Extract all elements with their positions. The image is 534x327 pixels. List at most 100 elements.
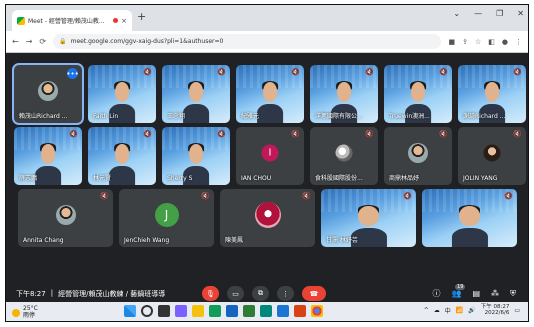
clock-date: 2022/6/6 bbox=[484, 310, 510, 317]
participant-tile[interactable]: 🔇 紀雅元 bbox=[236, 65, 304, 123]
participant-tile[interactable]: 🔇 食科股國際股份... bbox=[310, 127, 378, 185]
mic-muted-icon: 🔇 bbox=[201, 192, 210, 200]
tab-meet[interactable]: Meet - 經營管理/賴茂山教... × bbox=[12, 10, 132, 31]
back-arrow-icon[interactable]: ← bbox=[12, 37, 19, 46]
mic-muted-icon: 🔇 bbox=[513, 130, 522, 138]
participant-tile[interactable]: 🔇 林元賢 bbox=[88, 127, 156, 185]
participant-name: Truewin澳洲... bbox=[389, 113, 430, 120]
start-icon[interactable] bbox=[124, 305, 136, 317]
url-field[interactable]: 🔒 meet.google.com/ggv-xaig-dus?pli=1&aut… bbox=[53, 34, 442, 49]
toolbar-icons: ■ ⇪ ☆ ◧ ● ⋮ bbox=[448, 38, 522, 46]
excel-icon[interactable] bbox=[243, 305, 255, 317]
participant-name: 商鼎林品妤 bbox=[389, 175, 420, 182]
participant-avatar bbox=[55, 205, 76, 226]
participant-count: 19 bbox=[455, 284, 466, 290]
forward-arrow-icon[interactable]: → bbox=[26, 37, 33, 46]
profile-avatar-icon[interactable]: ● bbox=[502, 38, 508, 46]
participant-video bbox=[35, 142, 61, 185]
file-explorer-icon[interactable] bbox=[192, 305, 204, 317]
people-button[interactable]: 👥 19 bbox=[451, 284, 466, 298]
camera-icon: ▭ bbox=[232, 289, 239, 298]
maximize-button[interactable]: ❐ bbox=[496, 9, 503, 18]
mic-off-button[interactable]: 🎙 bbox=[202, 286, 219, 301]
meeting-info-icon[interactable]: ⓘ bbox=[432, 288, 440, 299]
participant-tile[interactable]: 🔇 Truewin澳洲... bbox=[384, 65, 452, 123]
edge-icon[interactable] bbox=[209, 305, 221, 317]
task-view-icon[interactable] bbox=[158, 305, 170, 317]
word-icon[interactable] bbox=[277, 305, 289, 317]
sidebar-icon[interactable]: ◧ bbox=[488, 38, 495, 46]
participant-name: 林元賢 bbox=[93, 175, 112, 182]
participant-tile[interactable]: 🔇 Annita Chang bbox=[18, 189, 113, 247]
chrome-icon[interactable] bbox=[311, 305, 323, 317]
minimize-button[interactable]: — bbox=[474, 9, 482, 18]
camera-button[interactable]: ▭ bbox=[227, 286, 244, 301]
reload-icon[interactable]: ⟳ bbox=[39, 37, 46, 46]
participant-name: 陳美鳳 bbox=[225, 237, 244, 244]
participant-tile[interactable]: 🔇 Faith Lin bbox=[88, 65, 156, 123]
volume-icon[interactable]: 🔊 bbox=[468, 307, 475, 314]
chevron-up-icon[interactable]: ^ bbox=[424, 307, 429, 314]
search-icon[interactable] bbox=[141, 305, 153, 317]
mic-muted-icon: 🔇 bbox=[100, 192, 109, 200]
chat-app-icon[interactable] bbox=[175, 305, 187, 317]
weather-widget[interactable]: 25°C 雨停 bbox=[12, 305, 38, 319]
present-button[interactable]: ⧉ bbox=[252, 286, 269, 301]
participant-tile[interactable]: 🔇 甘霈 林妤芸 bbox=[321, 189, 416, 247]
store-icon[interactable] bbox=[226, 305, 238, 317]
participant-name: IAN CHOU bbox=[241, 175, 272, 182]
wifi-icon[interactable]: 📶 bbox=[456, 307, 463, 314]
participant-tile[interactable]: 🔇 Sherry S bbox=[162, 127, 230, 185]
participant-name: Sherry S bbox=[167, 175, 193, 182]
weather-icon bbox=[12, 308, 20, 317]
mic-muted-icon: 🔇 bbox=[291, 130, 300, 138]
meeting-time: 下午8:27 bbox=[16, 289, 46, 298]
participant-name: 賴茂山Richard ... bbox=[19, 113, 68, 120]
meeting-grid: ••• 賴茂山Richard ... 🔇 Faith Lin 🔇 王念翔 🔇 紀雅元 🔇 洋蔥國際… bbox=[6, 53, 528, 285]
ime-indicator[interactable]: 中 bbox=[445, 306, 451, 315]
window-controls: ⌄ — ❐ ✕ bbox=[453, 9, 524, 18]
new-tab-button[interactable]: + bbox=[137, 10, 146, 23]
participant-name: 洋蔥國際有限公... bbox=[315, 113, 363, 120]
participant-tile[interactable]: 🔇 謝琦Richard ... bbox=[458, 65, 526, 123]
participant-tile[interactable]: 🔇 薛志鵬 bbox=[14, 127, 82, 185]
more-options-button[interactable]: ⋮ bbox=[277, 286, 294, 301]
address-bar: ← → ⟳ 🔒 meet.google.com/ggv-xaig-dus?pli… bbox=[6, 31, 528, 53]
participant-tile[interactable]: 🔇 洋蔥國際有限公... bbox=[310, 65, 378, 123]
powerpoint-icon[interactable] bbox=[294, 305, 306, 317]
close-window-button[interactable]: ✕ bbox=[517, 9, 524, 18]
participant-tile[interactable]: 🔇 JOLIN YANG bbox=[458, 127, 526, 185]
chat-icon[interactable]: ▤ bbox=[472, 289, 480, 298]
tab-search-button[interactable]: ⌄ bbox=[453, 9, 460, 18]
participant-name: 薛志鵬 bbox=[19, 175, 38, 182]
tab-title: Meet - 經營管理/賴茂山教... bbox=[28, 18, 105, 25]
participant-tile[interactable]: 🔇 bbox=[422, 189, 517, 247]
bookmark-star-icon[interactable]: ☆ bbox=[475, 38, 481, 46]
participant-name: 紀雅元 bbox=[241, 113, 260, 120]
mic-muted-icon: 🔇 bbox=[143, 68, 152, 76]
participant-tile[interactable]: 🔇 商鼎林品妤 bbox=[384, 127, 452, 185]
tile-more-options-icon[interactable]: ••• bbox=[66, 68, 79, 79]
mic-muted-icon: 🔇 bbox=[513, 68, 522, 76]
notification-icon[interactable]: ▭ bbox=[514, 307, 520, 314]
participant-tile[interactable]: 🔇 陳美鳳 bbox=[220, 189, 315, 247]
tab-close-button[interactable]: × bbox=[121, 17, 127, 25]
mic-muted-icon: 🔇 bbox=[291, 68, 300, 76]
host-controls-icon[interactable]: ⛨ bbox=[510, 289, 516, 299]
clock[interactable]: 下午 08:27 2022/6/6 bbox=[481, 304, 510, 317]
mic-muted-icon: 🔇 bbox=[143, 130, 152, 138]
camera-indicator-icon[interactable]: ■ bbox=[448, 38, 455, 46]
cloud-icon[interactable]: ☁ bbox=[434, 307, 440, 314]
mic-muted-icon: 🔇 bbox=[365, 130, 374, 138]
share-icon[interactable]: ⇪ bbox=[462, 38, 468, 46]
leave-call-button[interactable]: ☎ bbox=[302, 286, 326, 301]
participant-tile[interactable]: I 🔇 IAN CHOU bbox=[236, 127, 304, 185]
app-icon[interactable] bbox=[260, 305, 272, 317]
taskbar: 25°C 雨停 ^ ☁ 中 📶 🔊 下午 08:27 2022/6/6 ▭ bbox=[6, 302, 528, 321]
participant-tile[interactable]: ••• 賴茂山Richard ... bbox=[12, 63, 84, 125]
participant-tile[interactable]: J 🔇 JenChieh Wang bbox=[119, 189, 214, 247]
activities-icon[interactable]: ⁂ bbox=[491, 289, 499, 298]
participant-name: JenChieh Wang bbox=[124, 237, 170, 244]
menu-kebab-icon[interactable]: ⋮ bbox=[515, 38, 522, 46]
participant-tile[interactable]: 🔇 王念翔 bbox=[162, 65, 230, 123]
